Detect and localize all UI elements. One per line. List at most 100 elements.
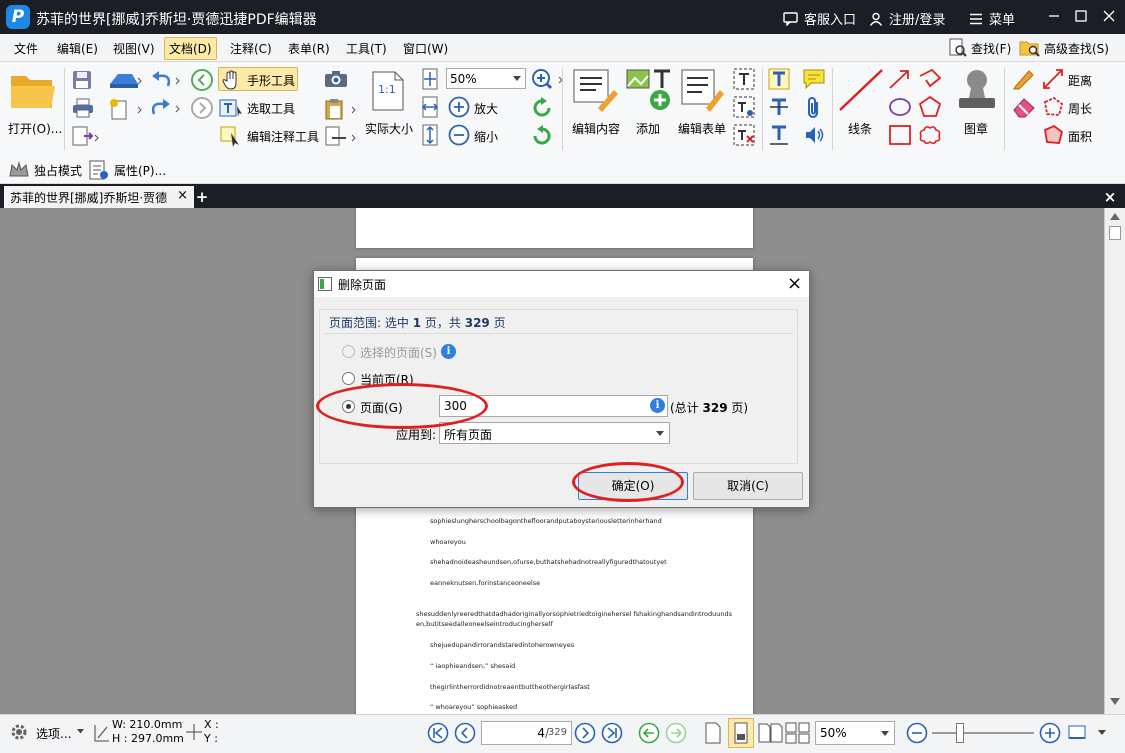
support-button[interactable]: 客服入口: [783, 9, 856, 28]
zoom-out-button[interactable]: [448, 124, 470, 149]
save-icon[interactable]: [72, 70, 92, 93]
apply-to-select[interactable]: 所有页面: [439, 422, 670, 444]
dialog-close-icon[interactable]: ×: [787, 273, 802, 294]
fit-width-icon[interactable]: [420, 96, 440, 121]
polyline-icon[interactable]: [918, 68, 942, 93]
tab-document[interactable]: 苏菲的世界[挪威]乔斯坦·贾德 ×: [4, 186, 194, 208]
polygon-icon[interactable]: [918, 95, 942, 121]
advanced-find-button[interactable]: 高级查找(S): [1015, 36, 1113, 60]
properties-button[interactable]: [88, 159, 110, 184]
attachment-icon[interactable]: [804, 96, 824, 123]
export-icon[interactable]: [72, 126, 100, 149]
forward-view-icon[interactable]: [665, 722, 687, 747]
hand-tool-button[interactable]: 手形工具: [218, 67, 298, 91]
back-view-icon[interactable]: [638, 722, 660, 747]
add-tab-icon[interactable]: +: [194, 188, 210, 206]
menu-file[interactable]: 文件: [10, 38, 42, 59]
continuous-view-button[interactable]: [728, 718, 754, 748]
chevron-down-icon[interactable]: [77, 729, 84, 734]
pages-info-icon[interactable]: i: [650, 398, 665, 413]
fit-visible-icon[interactable]: [420, 124, 440, 149]
eraser-icon[interactable]: [1012, 96, 1036, 121]
chevron-down-icon[interactable]: [1098, 730, 1106, 736]
clipboard-icon[interactable]: [324, 98, 360, 123]
rotate-clockwise-icon[interactable]: [530, 96, 554, 123]
ellipse-icon[interactable]: [888, 96, 912, 121]
new-document-icon[interactable]: [108, 98, 142, 123]
zoom-slider-track[interactable]: [932, 732, 1034, 734]
add-button[interactable]: [626, 68, 672, 115]
close-window-button[interactable]: [1099, 7, 1119, 27]
next-page-icon[interactable]: [574, 722, 596, 747]
arrow-icon[interactable]: [888, 68, 912, 93]
perimeter-button[interactable]: [1042, 96, 1064, 121]
first-page-icon[interactable]: [427, 722, 449, 747]
open-button[interactable]: [8, 70, 58, 115]
line-button[interactable]: [838, 68, 886, 115]
edit-annotation-tool-button[interactable]: [219, 125, 243, 150]
cancel-button[interactable]: 取消(C): [693, 472, 803, 500]
distance-button[interactable]: [1042, 68, 1064, 93]
menu-window[interactable]: 窗口(W): [399, 38, 452, 59]
scroll-thumb[interactable]: [1109, 226, 1121, 240]
exclusive-mode-button[interactable]: [8, 160, 30, 183]
print-icon[interactable]: [72, 98, 94, 121]
snapshot-icon[interactable]: [324, 70, 348, 91]
previous-view-icon[interactable]: [190, 68, 214, 95]
fit-page-icon[interactable]: [420, 68, 440, 93]
radio-current-page[interactable]: [342, 372, 355, 385]
single-page-view-icon[interactable]: [703, 721, 723, 748]
form-field-icon-2[interactable]: [733, 96, 755, 121]
menu-form[interactable]: 表单(R): [284, 38, 334, 59]
select-tool-button[interactable]: [219, 98, 243, 121]
previous-page-icon[interactable]: [454, 722, 476, 747]
login-button[interactable]: 注册/登录: [869, 9, 945, 28]
form-field-icon-3[interactable]: [733, 124, 755, 149]
page-tool-icon[interactable]: [324, 126, 360, 151]
facing-view-icon[interactable]: [758, 722, 784, 747]
strikethrough-icon[interactable]: [768, 96, 790, 121]
scroll-down-icon[interactable]: [1110, 698, 1120, 706]
find-button[interactable]: 查找(F): [944, 36, 1015, 60]
menu-document[interactable]: 文档(D): [164, 37, 217, 60]
note-icon[interactable]: [802, 68, 826, 93]
scroll-up-icon[interactable]: [1110, 212, 1120, 220]
pencil-icon[interactable]: [1012, 68, 1036, 93]
zoom-in-button[interactable]: [448, 96, 470, 121]
sound-icon[interactable]: [804, 124, 826, 149]
edit-form-button[interactable]: [680, 68, 726, 115]
status-zoom-select[interactable]: 50%: [815, 721, 895, 745]
close-all-tabs-icon[interactable]: ×: [1102, 188, 1118, 206]
menu-view[interactable]: 视图(V): [109, 38, 159, 59]
scan-icon[interactable]: [108, 70, 142, 93]
rotate-counterclockwise-icon[interactable]: [530, 124, 554, 151]
page-number-field[interactable]: 4 / 329: [481, 721, 572, 745]
area-button[interactable]: [1042, 124, 1064, 149]
zoom-select[interactable]: 50%: [446, 68, 526, 89]
rectangle-icon[interactable]: [888, 124, 912, 149]
stamp-button[interactable]: [954, 68, 1000, 115]
maximize-button[interactable]: [1071, 7, 1091, 27]
fullscreen-icon[interactable]: [1068, 725, 1086, 744]
selected-pages-info-icon[interactable]: i: [441, 344, 456, 359]
continuous-facing-view-icon[interactable]: [785, 722, 811, 747]
menu-comment[interactable]: 注释(C): [226, 38, 276, 59]
last-page-icon[interactable]: [601, 722, 623, 747]
minimize-button[interactable]: [1044, 7, 1064, 27]
zoom-slider-thumb[interactable]: [956, 723, 964, 743]
menu-edit[interactable]: 编辑(E): [53, 38, 102, 59]
cloud-icon[interactable]: [918, 124, 942, 149]
main-menu-button[interactable]: 菜单: [969, 9, 1015, 28]
zoom-out-status-icon[interactable]: [906, 722, 928, 747]
redo-icon[interactable]: [148, 98, 182, 121]
options-button[interactable]: [9, 722, 29, 745]
zoom-in-status-icon[interactable]: [1039, 722, 1061, 747]
edit-content-button[interactable]: [572, 68, 618, 115]
next-view-icon[interactable]: [190, 96, 214, 123]
underline-icon[interactable]: [768, 124, 790, 149]
vertical-scrollbar[interactable]: [1104, 208, 1125, 714]
tab-close-icon[interactable]: ×: [177, 188, 188, 203]
typewriter-icon[interactable]: [768, 68, 790, 93]
undo-icon[interactable]: [148, 70, 182, 93]
form-field-icon-1[interactable]: [733, 68, 755, 93]
